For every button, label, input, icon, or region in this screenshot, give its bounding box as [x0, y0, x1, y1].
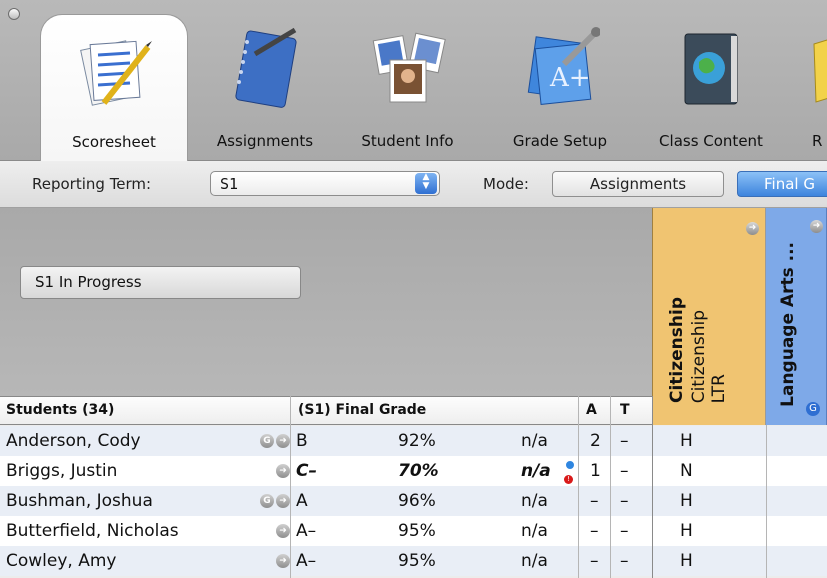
- citizenship-value[interactable]: H: [680, 431, 693, 451]
- student-name[interactable]: Butterfield, Nicholas: [6, 521, 179, 541]
- tardies-value: –: [620, 491, 629, 511]
- arrow-right-icon[interactable]: ➜: [276, 494, 290, 508]
- percent-grade: 96%: [398, 491, 436, 511]
- percent-grade: 92%: [398, 431, 436, 451]
- tab-bar: Scoresheet Assignments Student Info A+ G…: [0, 0, 827, 161]
- language-arts-column-header[interactable]: ➜ Language Arts ... G: [766, 208, 827, 425]
- g-badge-icon: G: [806, 402, 820, 416]
- g-info-icon[interactable]: G: [260, 494, 274, 508]
- tab-scoresheet[interactable]: Scoresheet: [40, 14, 188, 161]
- column-divider: [290, 396, 291, 578]
- tab-class-content[interactable]: Class Content: [636, 14, 786, 160]
- absences-value: 2: [590, 431, 601, 451]
- table-row[interactable]: Bushman, Joshua G ➜ A 96% n/a – – H: [0, 486, 827, 516]
- mode-assignments-button[interactable]: Assignments: [552, 171, 724, 197]
- student-name[interactable]: Anderson, Cody: [6, 431, 141, 451]
- mode-final-grade-button[interactable]: Final G: [737, 171, 827, 197]
- g-info-icon[interactable]: G: [260, 434, 274, 448]
- arrow-right-icon[interactable]: ➜: [276, 434, 290, 448]
- updown-arrows-icon: ▲ ▼: [415, 173, 437, 194]
- percent-grade: 70%: [398, 461, 439, 481]
- reporting-term-value: S1: [220, 175, 239, 193]
- tab-label: Student Info: [361, 132, 454, 150]
- letter-grade: A–: [296, 521, 317, 541]
- final-grade-column-header[interactable]: (S1) Final Grade: [298, 402, 426, 418]
- students-column-header[interactable]: Students (34): [6, 402, 114, 418]
- column-divider: [766, 425, 767, 578]
- table-row[interactable]: Cowley, Amy ➜ A– 95% n/a – – H: [0, 546, 827, 576]
- toolbar-toggle-button[interactable]: [8, 8, 20, 20]
- globe-book-icon: [684, 33, 738, 105]
- table-row[interactable]: Anderson, Cody G ➜ B 92% n/a 2 – H: [0, 426, 827, 456]
- tardies-value: –: [620, 521, 629, 541]
- citizenship-grading-type: LTR: [709, 373, 729, 403]
- absences-value: 1: [590, 461, 601, 481]
- na-value: n/a: [521, 491, 548, 511]
- tardies-column-header[interactable]: T: [620, 402, 630, 418]
- absences-value: –: [590, 551, 599, 571]
- student-name[interactable]: Briggs, Justin: [6, 461, 117, 481]
- na-value: n/a: [521, 521, 548, 541]
- note-badge-icon: [565, 460, 575, 470]
- term-header: [0, 208, 652, 396]
- percent-grade: 95%: [398, 521, 436, 541]
- term-status-button[interactable]: S1 In Progress: [20, 266, 301, 299]
- reporting-term-label: Reporting Term:: [32, 175, 152, 193]
- alert-badge-icon: !: [564, 475, 573, 484]
- citizenship-title: Citizenship: [667, 296, 687, 403]
- tab-label: R: [812, 132, 823, 150]
- tab-label: Class Content: [659, 132, 763, 150]
- column-divider: [578, 396, 579, 578]
- tardies-value: –: [620, 551, 629, 571]
- absences-column-header[interactable]: A: [586, 402, 597, 418]
- tardies-value: –: [620, 461, 629, 481]
- arrow-right-icon[interactable]: ➜: [276, 464, 290, 478]
- letter-grade: A–: [296, 551, 317, 571]
- citizenship-value[interactable]: N: [680, 461, 693, 481]
- letter-grade: A: [296, 491, 308, 511]
- arrow-right-icon[interactable]: ➜: [276, 524, 290, 538]
- arrow-right-icon[interactable]: ➜: [810, 220, 823, 233]
- letter-grade: C–: [296, 461, 317, 481]
- svg-text:A+: A+: [549, 63, 591, 93]
- absences-value: –: [590, 521, 599, 541]
- tab-label: Grade Setup: [512, 132, 608, 150]
- student-name[interactable]: Bushman, Joshua: [6, 491, 153, 511]
- citizenship-value[interactable]: H: [680, 551, 693, 571]
- na-value: n/a: [521, 431, 548, 451]
- tab-student-info[interactable]: Student Info: [340, 14, 475, 160]
- tab-reports[interactable]: R: [790, 14, 827, 160]
- grade-setup-icon: A+: [527, 27, 600, 106]
- citizenship-column-header[interactable]: ➜ Citizenship Citizenship LTR: [652, 208, 766, 425]
- citizenship-value[interactable]: H: [680, 521, 693, 541]
- arrow-right-icon[interactable]: ➜: [746, 222, 759, 235]
- language-arts-title: Language Arts ...: [778, 242, 798, 407]
- column-divider: [610, 396, 611, 578]
- reports-icon: [813, 39, 827, 103]
- table-header-row: Students (34) (S1) Final Grade A T: [0, 396, 652, 425]
- letter-grade: B: [296, 431, 308, 451]
- tardies-value: –: [620, 431, 629, 451]
- toolbar: Reporting Term: S1 ▲ ▼ Mode: Assignments …: [0, 161, 827, 208]
- percent-grade: 95%: [398, 551, 436, 571]
- mode-label: Mode:: [483, 175, 529, 193]
- tab-assignments[interactable]: Assignments: [190, 14, 340, 160]
- citizenship-subtitle: Citizenship: [689, 309, 709, 403]
- na-value: n/a: [521, 551, 548, 571]
- student-name[interactable]: Cowley, Amy: [6, 551, 116, 571]
- notebook-icon: [235, 27, 297, 108]
- absences-value: –: [590, 491, 599, 511]
- column-divider: [652, 396, 653, 578]
- tab-label: Scoresheet: [72, 133, 156, 151]
- scoresheet-icon: [80, 40, 152, 106]
- na-value: n/a: [521, 461, 551, 481]
- tab-grade-setup[interactable]: A+ Grade Setup: [490, 14, 630, 160]
- arrow-right-icon[interactable]: ➜: [276, 554, 290, 568]
- table-row[interactable]: Briggs, Justin ➜ C– 70% n/a ! 1 – N: [0, 456, 827, 486]
- tab-label: Assignments: [216, 132, 314, 150]
- reporting-term-select[interactable]: S1 ▲ ▼: [210, 171, 440, 196]
- table-row[interactable]: Butterfield, Nicholas ➜ A– 95% n/a – – H: [0, 516, 827, 546]
- citizenship-value[interactable]: H: [680, 491, 693, 511]
- photos-icon: [372, 32, 446, 103]
